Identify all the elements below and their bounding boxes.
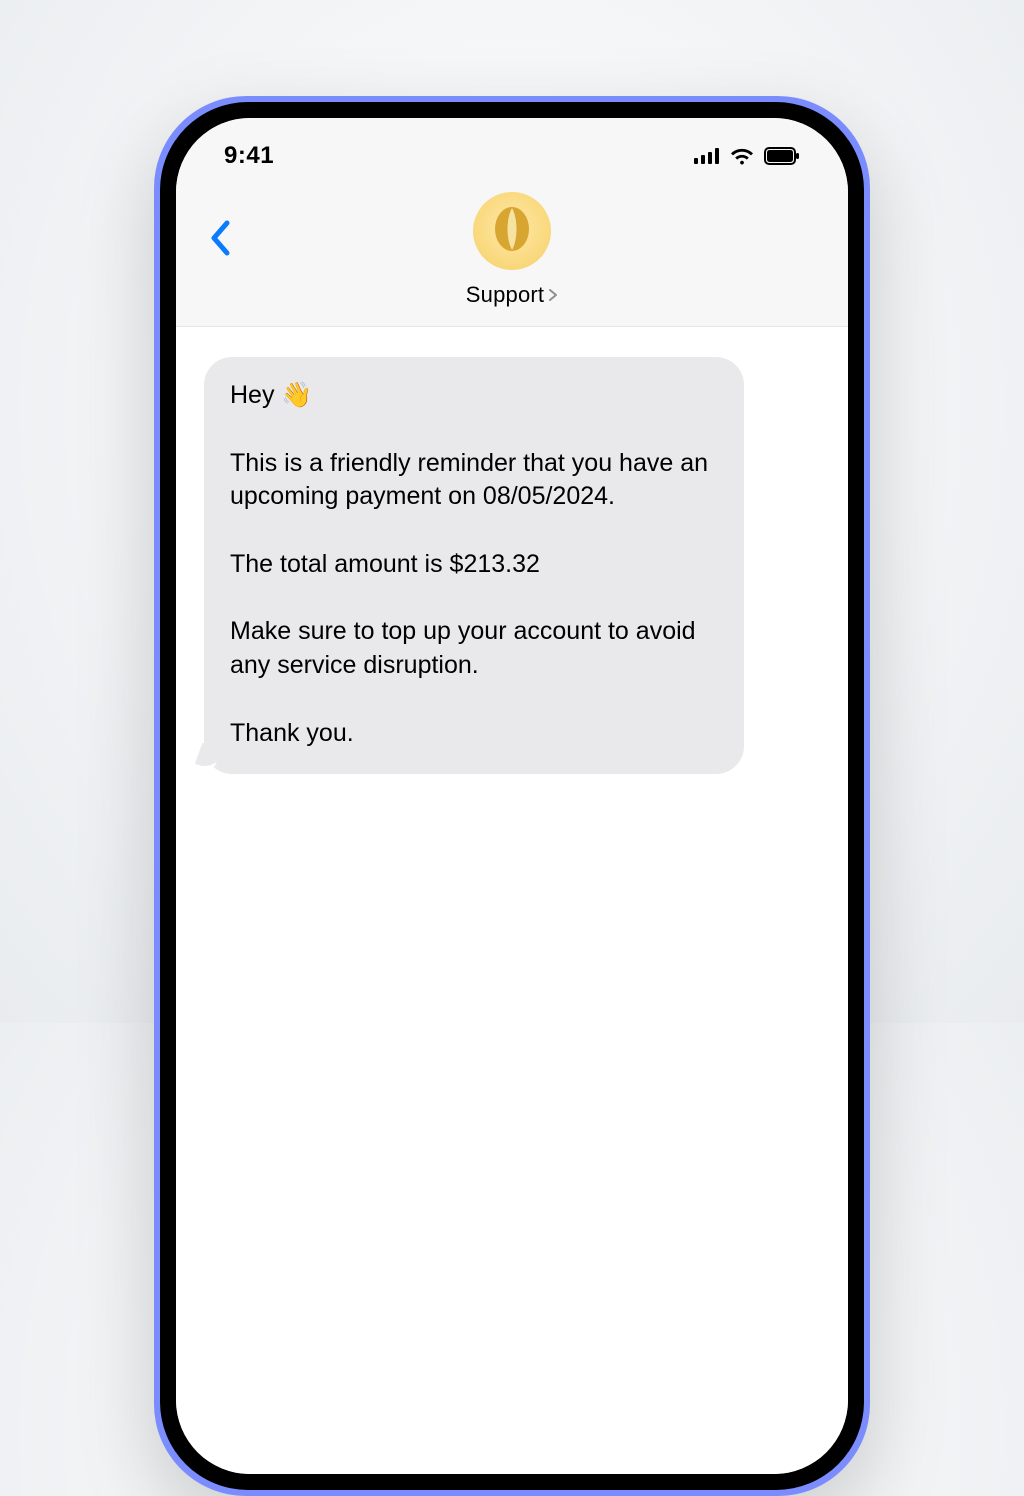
- chevron-right-icon: [548, 287, 558, 305]
- contact-name: Support: [466, 282, 544, 308]
- status-time: 9:41: [224, 142, 274, 170]
- chevron-left-icon: [209, 220, 231, 261]
- messages-area[interactable]: Hey 👋 This is a friendly reminder that y…: [176, 327, 848, 1474]
- screen: 9:41: [176, 118, 848, 1474]
- status-bar: 9:41: [176, 118, 848, 182]
- phone-frame: 9:41: [154, 96, 870, 1496]
- cellular-icon: [694, 148, 720, 164]
- message-bubble[interactable]: Hey 👋 This is a friendly reminder that y…: [204, 357, 744, 774]
- coffee-bean-icon: [492, 205, 532, 258]
- status-icons: [694, 147, 800, 165]
- back-button[interactable]: [198, 218, 242, 262]
- stage: 9:41: [0, 0, 1024, 1023]
- contact-name-button[interactable]: Support: [466, 282, 558, 308]
- battery-icon: [764, 147, 800, 165]
- wifi-icon: [730, 147, 754, 165]
- incoming-message: Hey 👋 This is a friendly reminder that y…: [204, 357, 820, 774]
- contact-avatar[interactable]: [473, 192, 551, 270]
- phone-bezel: 9:41: [160, 102, 864, 1490]
- nav-header: Support: [176, 182, 848, 327]
